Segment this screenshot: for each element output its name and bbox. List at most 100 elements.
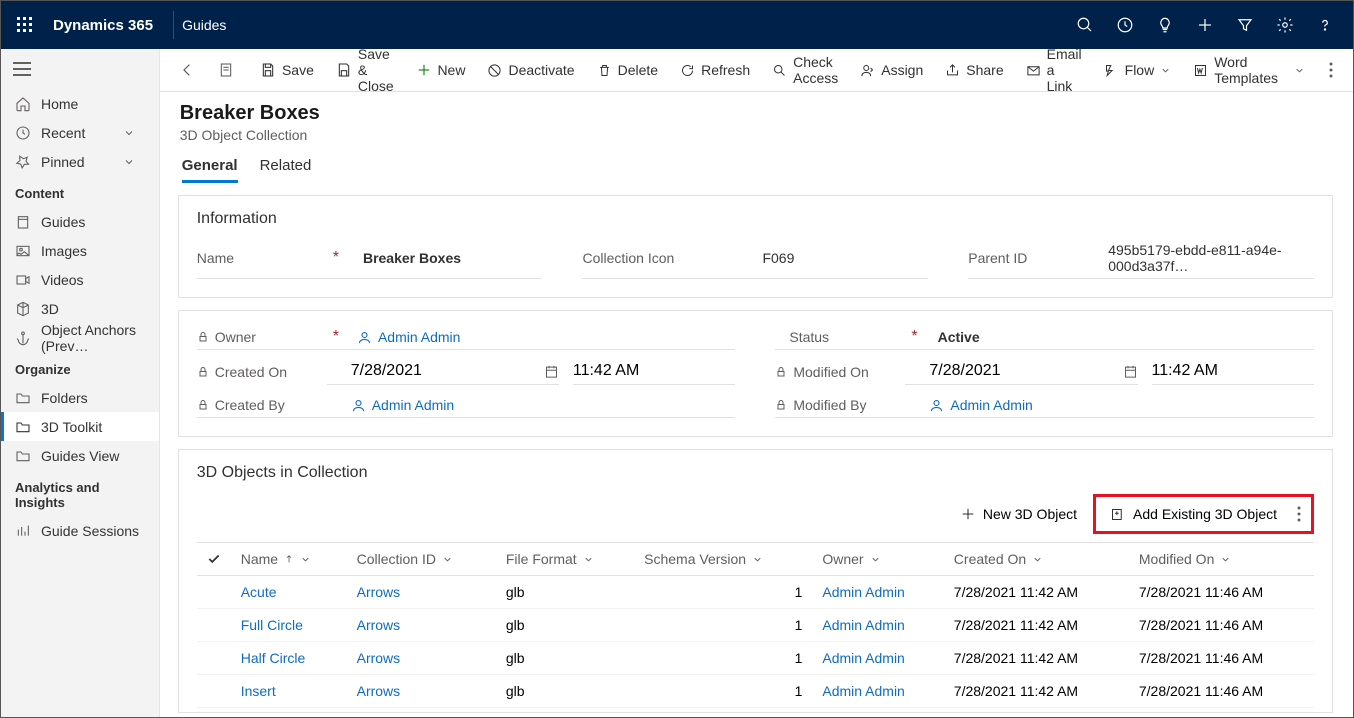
modified-on-date[interactable]: 7/28/2021: [905, 358, 1137, 385]
col-modified-on[interactable]: Modified On: [1129, 543, 1314, 576]
email-link-button[interactable]: Email a Link: [1016, 54, 1092, 86]
row-name[interactable]: Acute: [241, 584, 277, 600]
entity-subtitle: 3D Object Collection: [180, 127, 1333, 143]
nav-pinned[interactable]: Pinned: [1, 147, 159, 176]
row-created: 7/28/2021 11:42 AM: [944, 609, 1129, 642]
assistant-icon[interactable]: [1105, 1, 1145, 49]
table-row[interactable]: InsertArrowsglb1Admin Admin7/28/2021 11:…: [197, 675, 1314, 708]
col-name[interactable]: Name: [231, 543, 347, 576]
name-value[interactable]: Breaker Boxes: [339, 246, 543, 270]
row-name[interactable]: Half Circle: [241, 650, 306, 666]
nav-section-organize: Organize: [1, 352, 159, 383]
section-information: Information: [197, 210, 1314, 228]
nav-3d-toolkit[interactable]: 3D Toolkit: [1, 412, 159, 441]
status-label: Status: [789, 329, 829, 345]
table-row[interactable]: Half CircleArrowsglb1Admin Admin7/28/202…: [197, 642, 1314, 675]
chevron-down-icon: [300, 554, 311, 565]
table-row[interactable]: Full CircleArrowsglb1Admin Admin7/28/202…: [197, 609, 1314, 642]
filter-icon[interactable]: [1225, 1, 1265, 49]
nav-videos[interactable]: Videos: [1, 265, 159, 294]
owner-value[interactable]: Admin Admin: [339, 325, 735, 349]
table-row[interactable]: AcuteArrowsglb1Admin Admin7/28/2021 11:4…: [197, 576, 1314, 609]
row-owner[interactable]: Admin Admin: [822, 683, 904, 699]
module-label[interactable]: Guides: [182, 17, 226, 33]
status-value[interactable]: Active: [918, 325, 1314, 349]
nav-folders[interactable]: Folders: [1, 383, 159, 412]
row-owner[interactable]: Admin Admin: [822, 617, 904, 633]
created-on-date[interactable]: 7/28/2021: [327, 358, 559, 385]
nav-object-anchors[interactable]: Object Anchors (Prev…: [1, 323, 159, 352]
row-name[interactable]: Full Circle: [241, 617, 303, 633]
col-owner[interactable]: Owner: [812, 543, 943, 576]
row-modified: 7/28/2021 11:46 AM: [1129, 576, 1314, 609]
overflow-icon[interactable]: [1319, 54, 1343, 86]
nav-images[interactable]: Images: [1, 236, 159, 265]
col-schema-version[interactable]: Schema Version: [634, 543, 812, 576]
help-icon[interactable]: [1305, 1, 1345, 49]
app-launcher-icon[interactable]: [9, 17, 41, 33]
row-owner[interactable]: Admin Admin: [822, 584, 904, 600]
refresh-button[interactable]: Refresh: [670, 54, 760, 86]
col-collection-id[interactable]: Collection ID: [347, 543, 496, 576]
row-schema: 1: [634, 609, 812, 642]
nav-3d[interactable]: 3D: [1, 294, 159, 323]
nav-guides[interactable]: Guides: [1, 207, 159, 236]
parent-id-value[interactable]: 495b5179-ebdd-e811-a94e-000d3a37f…: [1058, 238, 1314, 278]
check-access-button[interactable]: Check Access: [762, 54, 848, 86]
row-owner[interactable]: Admin Admin: [822, 650, 904, 666]
assign-button[interactable]: Assign: [850, 54, 933, 86]
lock-icon: [197, 399, 209, 411]
nav-pinned-label: Pinned: [41, 154, 85, 170]
new-button[interactable]: New: [407, 54, 475, 86]
modified-by-label: Modified By: [793, 397, 866, 413]
nav-guide-sessions[interactable]: Guide Sessions: [1, 516, 159, 545]
share-button[interactable]: Share: [935, 54, 1013, 86]
row-schema: 1: [634, 576, 812, 609]
flow-button[interactable]: Flow: [1094, 54, 1182, 86]
select-all-checkbox[interactable]: [197, 543, 231, 576]
deactivate-button[interactable]: Deactivate: [477, 54, 584, 86]
lock-icon: [197, 331, 209, 343]
hamburger-icon[interactable]: [13, 62, 31, 76]
lock-icon: [775, 366, 787, 378]
subgrid-overflow-icon[interactable]: [1289, 497, 1309, 531]
col-created-on[interactable]: Created On: [944, 543, 1129, 576]
row-collection[interactable]: Arrows: [357, 683, 401, 699]
row-created: 7/28/2021 11:42 AM: [944, 675, 1129, 708]
form-selector-icon[interactable]: [208, 54, 244, 86]
tab-general[interactable]: General: [182, 157, 238, 183]
created-on-time[interactable]: 11:42 AM: [573, 358, 736, 385]
person-icon: [929, 398, 944, 413]
new-3d-object-button[interactable]: New 3D Object: [949, 497, 1089, 531]
tab-related[interactable]: Related: [260, 157, 312, 183]
row-collection[interactable]: Arrows: [357, 584, 401, 600]
nav-section-analytics: Analytics and Insights: [1, 470, 159, 516]
nav-guides-view[interactable]: Guides View: [1, 441, 159, 470]
row-collection[interactable]: Arrows: [357, 617, 401, 633]
collection-icon-value[interactable]: F069: [712, 246, 928, 270]
word-templates-button[interactable]: Word Templates: [1183, 54, 1315, 86]
back-button[interactable]: [170, 54, 206, 86]
brand-label[interactable]: Dynamics 365: [41, 17, 165, 34]
save-close-button[interactable]: Save & Close: [326, 54, 406, 86]
row-schema: 1: [634, 642, 812, 675]
owner-label: Owner: [215, 329, 256, 345]
gear-icon[interactable]: [1265, 1, 1305, 49]
add-icon[interactable]: [1185, 1, 1225, 49]
chevron-down-icon: [583, 554, 594, 565]
row-name[interactable]: Insert: [241, 683, 276, 699]
search-icon[interactable]: [1065, 1, 1105, 49]
save-button[interactable]: Save: [250, 54, 324, 86]
created-by-value[interactable]: Admin Admin: [327, 393, 736, 417]
row-collection[interactable]: Arrows: [357, 650, 401, 666]
add-existing-3d-object-button[interactable]: Add Existing 3D Object: [1098, 497, 1289, 531]
nav-recent[interactable]: Recent: [1, 118, 159, 147]
nav-home-label: Home: [41, 96, 78, 112]
delete-button[interactable]: Delete: [587, 54, 668, 86]
lightbulb-icon[interactable]: [1145, 1, 1185, 49]
nav-home[interactable]: Home: [1, 89, 159, 118]
page-title: Breaker Boxes: [180, 102, 1333, 125]
col-file-format[interactable]: File Format: [496, 543, 634, 576]
modified-on-time[interactable]: 11:42 AM: [1152, 358, 1315, 385]
modified-by-value[interactable]: Admin Admin: [905, 393, 1314, 417]
